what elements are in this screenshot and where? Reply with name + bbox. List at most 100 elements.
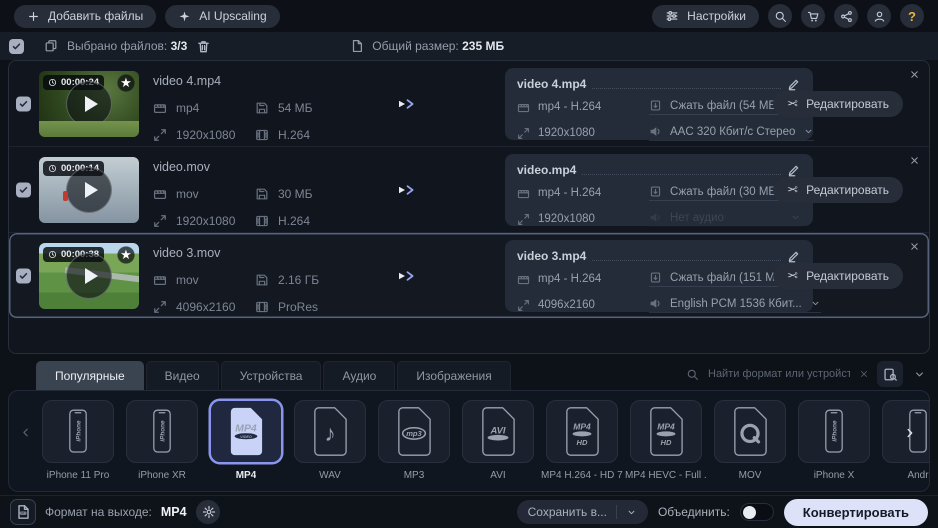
size-icon bbox=[255, 101, 269, 115]
svg-text:HD: HD bbox=[661, 438, 672, 447]
check-icon bbox=[18, 184, 29, 195]
file-resolution: 1920x1080 bbox=[176, 214, 235, 228]
detect-device-button[interactable] bbox=[877, 361, 903, 387]
remove-file-icon[interactable] bbox=[909, 241, 920, 252]
convert-button[interactable]: Конвертировать bbox=[784, 499, 928, 526]
file-checkbox[interactable] bbox=[16, 268, 31, 283]
tile-iphone-x[interactable]: iPhone iPhone X bbox=[792, 400, 876, 481]
svg-text:VIDEO: VIDEO bbox=[661, 432, 671, 436]
output-file-name: video 4.mp4 bbox=[517, 77, 586, 91]
rename-icon[interactable] bbox=[787, 249, 801, 263]
save-to-button[interactable]: Сохранить в... bbox=[517, 500, 648, 524]
convert-arrow-icon bbox=[397, 96, 419, 112]
ai-upscaling-button[interactable]: AI Upscaling bbox=[165, 5, 279, 28]
tab-video[interactable]: Видео bbox=[146, 361, 219, 390]
format-icon bbox=[153, 273, 167, 287]
mp4-doc-icon: MP4 bbox=[15, 504, 31, 520]
play-button[interactable] bbox=[66, 81, 112, 127]
check-icon bbox=[18, 270, 29, 281]
scroll-left-icon[interactable] bbox=[18, 425, 33, 440]
file-size: 2.16 ГБ bbox=[278, 273, 319, 287]
tile-mp4-h264-hd[interactable]: MP4VIDEOHD MP4 H.264 - HD 7... bbox=[540, 400, 624, 481]
tile-iphone-11-pro[interactable]: iPhone iPhone 11 Pro bbox=[36, 400, 120, 481]
rename-icon[interactable] bbox=[787, 163, 801, 177]
iphone-icon: iPhone bbox=[58, 406, 98, 458]
account-button[interactable] bbox=[867, 4, 891, 28]
output-settings-panel: video.mp4 mp4 - H.264 Сжать файл (30 МБ)… bbox=[505, 154, 813, 226]
favorite-star-icon[interactable]: ★ bbox=[115, 72, 137, 94]
tile-wav[interactable]: ♪ WAV bbox=[288, 400, 372, 481]
help-button[interactable]: ? bbox=[900, 4, 924, 28]
delete-files-button[interactable] bbox=[196, 39, 211, 54]
video-thumbnail[interactable]: 00:00:24 ★ bbox=[39, 71, 139, 137]
audio-dropdown[interactable]: AAC 320 Кбит/с Стерео bbox=[649, 125, 814, 141]
files-stack-icon bbox=[44, 39, 58, 53]
ai-sparkle-icon bbox=[178, 10, 191, 23]
play-icon bbox=[85, 268, 98, 284]
edit-button[interactable]: ✂Редактировать bbox=[773, 263, 903, 289]
output-format-icon[interactable]: MP4 bbox=[10, 499, 36, 525]
rename-icon[interactable] bbox=[787, 77, 801, 91]
settings-button[interactable]: Настройки bbox=[652, 5, 759, 28]
edit-button[interactable]: ✂Редактировать bbox=[773, 91, 903, 117]
add-files-button[interactable]: Добавить файлы bbox=[14, 5, 156, 28]
edit-button[interactable]: ✂Редактировать bbox=[773, 177, 903, 203]
resolution-icon bbox=[517, 299, 530, 312]
file-row-1[interactable]: 00:00:24 ★ video 4.mp4 mp4 54 МБ 1920x10… bbox=[9, 61, 929, 147]
output-format-label: Формат на выходе: bbox=[45, 505, 152, 519]
output-format: mp4 - H.264 bbox=[538, 101, 601, 113]
tab-popular[interactable]: Популярные bbox=[36, 361, 144, 390]
search-icon bbox=[774, 10, 787, 23]
video-thumbnail[interactable]: 00:00:38 ★ bbox=[39, 243, 139, 309]
file-size: 54 МБ bbox=[278, 101, 313, 115]
format-settings-button[interactable] bbox=[196, 500, 220, 524]
clear-search-icon[interactable] bbox=[859, 369, 869, 379]
output-settings-panel: video 4.mp4 mp4 - H.264 Сжать файл (54 М… bbox=[505, 68, 813, 140]
cart-button[interactable] bbox=[801, 4, 825, 28]
format-icon bbox=[517, 273, 530, 286]
tile-mp4-hevc-full[interactable]: MP4VIDEOHD MP4 HEVC - Full ... bbox=[624, 400, 708, 481]
file-checkbox[interactable] bbox=[16, 182, 31, 197]
play-button[interactable] bbox=[66, 253, 112, 299]
share-button[interactable] bbox=[834, 4, 858, 28]
output-format: mp4 - H.264 bbox=[538, 187, 601, 199]
search-icon bbox=[686, 368, 699, 381]
tile-avi[interactable]: AVIVIDEO AVI bbox=[456, 400, 540, 481]
codec-icon bbox=[255, 300, 269, 314]
format-search-input[interactable] bbox=[706, 367, 852, 381]
merge-toggle[interactable] bbox=[740, 503, 774, 521]
help-icon: ? bbox=[908, 9, 916, 24]
scroll-right-icon[interactable] bbox=[902, 425, 918, 441]
collapse-formats-icon[interactable] bbox=[913, 368, 926, 381]
play-button[interactable] bbox=[66, 167, 112, 213]
chevron-down-icon bbox=[790, 212, 801, 223]
tile-mp4[interactable]: MP4 VIDEO MP4 bbox=[204, 400, 288, 481]
file-row-2[interactable]: 00:00:14 video.mov mov 30 МБ 1920x1080 H… bbox=[9, 147, 929, 233]
tab-audio[interactable]: Аудио bbox=[323, 361, 395, 390]
audio-dropdown[interactable]: English PCM 1536 Кбит... bbox=[649, 297, 821, 313]
tile-mp3[interactable]: mp3 MP3 bbox=[372, 400, 456, 481]
svg-text:MP4: MP4 bbox=[20, 511, 26, 515]
document-icon bbox=[350, 39, 364, 53]
rename-underline bbox=[592, 260, 781, 261]
avi-file-icon: AVIVIDEO bbox=[477, 405, 519, 458]
tab-images[interactable]: Изображения bbox=[397, 361, 510, 390]
speaker-icon bbox=[649, 211, 662, 224]
wav-file-icon: ♪ bbox=[309, 405, 351, 458]
favorite-star-icon[interactable]: ★ bbox=[115, 244, 137, 266]
scissors-icon: ✂ bbox=[787, 182, 798, 198]
remove-file-icon[interactable] bbox=[909, 155, 920, 166]
remove-file-icon[interactable] bbox=[909, 69, 920, 80]
tile-mov[interactable]: MOV bbox=[708, 400, 792, 481]
video-thumbnail[interactable]: 00:00:14 bbox=[39, 157, 139, 223]
compress-icon bbox=[649, 185, 662, 198]
audio-dropdown: Нет аудио bbox=[649, 211, 801, 227]
speaker-icon bbox=[649, 297, 662, 310]
total-size-label: Общий размер: bbox=[372, 39, 458, 53]
search-button[interactable] bbox=[768, 4, 792, 28]
tile-iphone-xr[interactable]: iPhone iPhone XR bbox=[120, 400, 204, 481]
tab-devices[interactable]: Устройства bbox=[221, 361, 322, 390]
file-checkbox[interactable] bbox=[16, 96, 31, 111]
select-all-checkbox[interactable] bbox=[9, 39, 24, 54]
file-row-3[interactable]: 00:00:38 ★ video 3.mov mov 2.16 ГБ 4096x… bbox=[9, 233, 929, 319]
